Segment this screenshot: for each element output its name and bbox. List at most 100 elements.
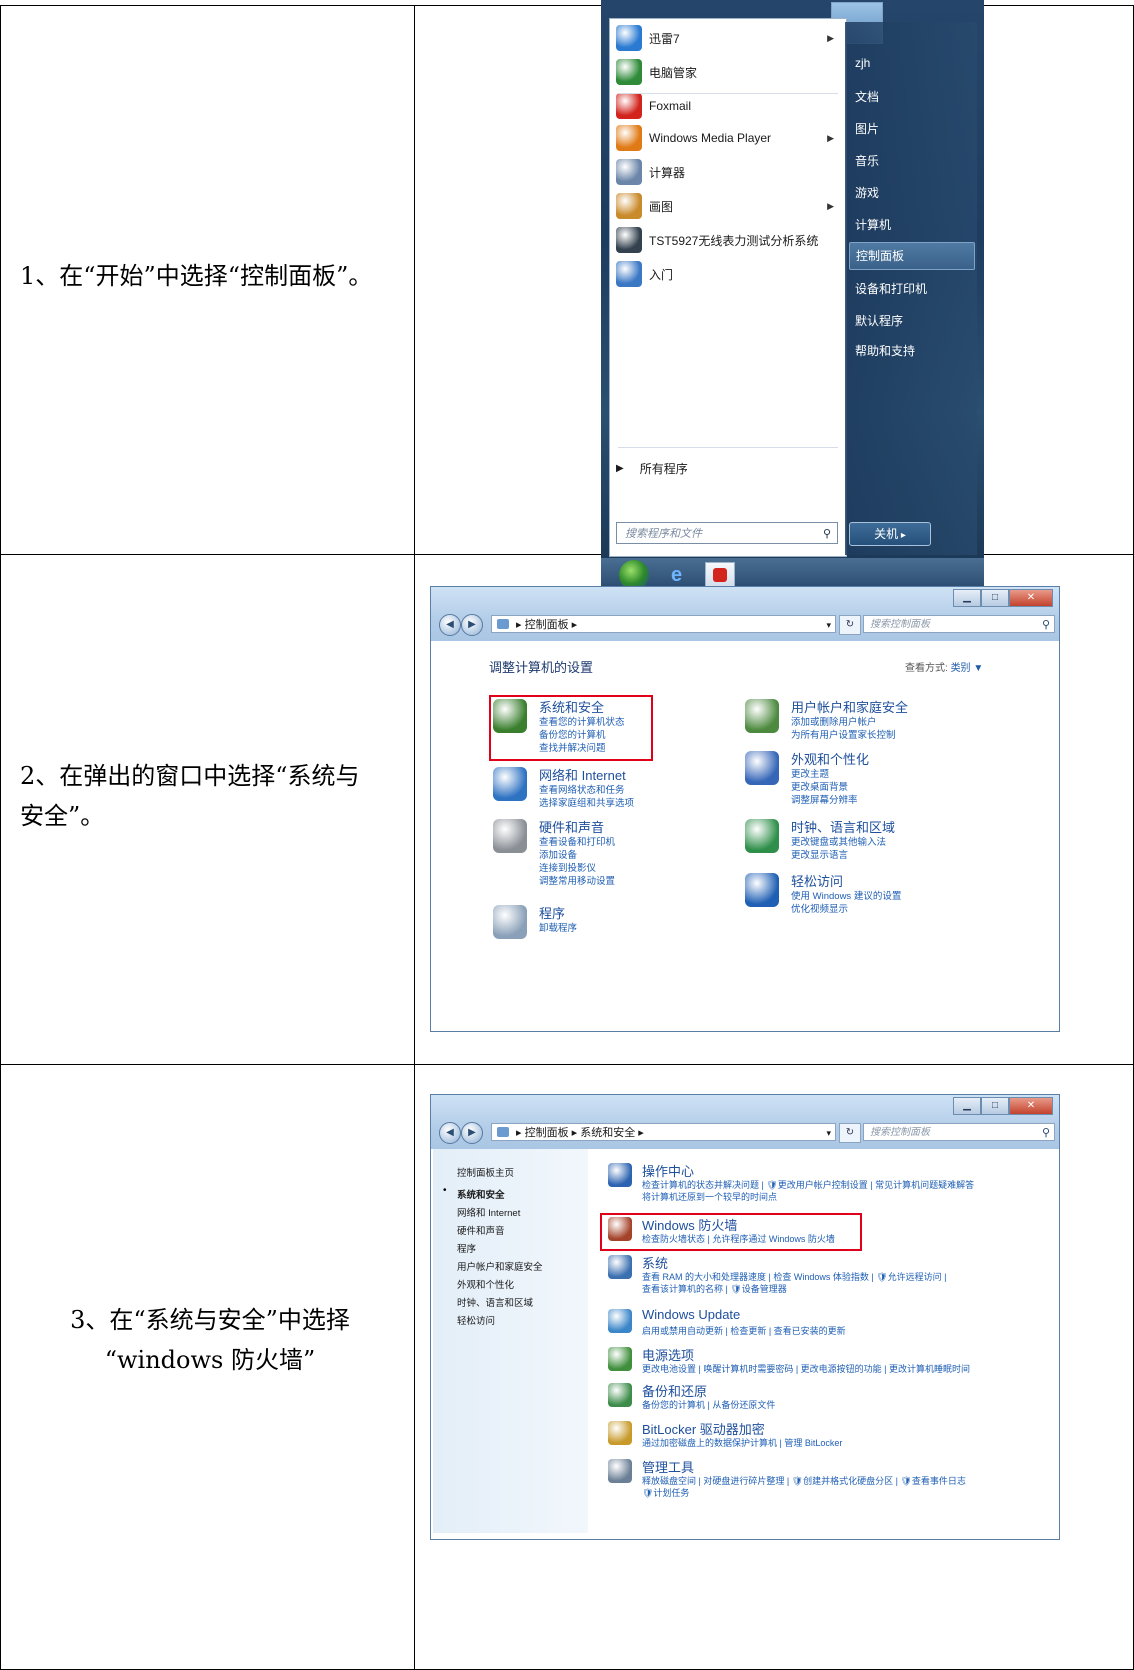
control-panel-window: ▁ □ ✕ ◀ ▶ ▸ 控制面板 ▸ ▾ ↻ 搜索控制面板 ⚲ 调整计算机的设置… bbox=[430, 586, 1060, 1032]
start-menu-place[interactable]: 默认程序 bbox=[855, 312, 903, 329]
section-links[interactable]: 更改电池设置 | 唤醒计算机时需要密码 | 更改电源按钮的功能 | 更改计算机睡… bbox=[642, 1362, 970, 1375]
sidebar-item[interactable]: 硬件和声音 bbox=[457, 1223, 505, 1237]
category-link[interactable]: 查看设备和打印机 bbox=[539, 834, 615, 848]
ie-icon[interactable]: e bbox=[671, 564, 693, 586]
current-marker: • bbox=[443, 1185, 447, 1196]
tst-icon bbox=[616, 227, 642, 253]
address-crumb[interactable]: 系统和安全 bbox=[580, 1127, 635, 1139]
forward-button[interactable]: ▶ bbox=[461, 1122, 483, 1144]
sidebar-item[interactable]: 系统和安全 bbox=[457, 1187, 505, 1201]
category-link[interactable]: 更改显示语言 bbox=[791, 847, 848, 861]
sidebar-item[interactable]: 时钟、语言和区域 bbox=[457, 1295, 533, 1309]
start-menu-place[interactable]: 游戏 bbox=[855, 184, 879, 201]
section-links[interactable]: 备份您的计算机 | 从备份还原文件 bbox=[642, 1398, 775, 1411]
address-crumb[interactable]: 控制面板 bbox=[525, 619, 569, 631]
category-link[interactable]: 为所有用户设置家长控制 bbox=[791, 727, 896, 741]
category-link[interactable]: 更改主题 bbox=[791, 766, 829, 780]
address-bar[interactable]: ▸ 控制面板 ▸ 系统和安全 ▸ ▾ bbox=[491, 1123, 836, 1141]
sidebar-item[interactable]: 程序 bbox=[457, 1241, 476, 1255]
maximize-button[interactable]: □ bbox=[981, 1097, 1009, 1115]
refresh-button[interactable]: ↻ bbox=[839, 1123, 861, 1143]
section-title[interactable]: Windows Update bbox=[642, 1307, 740, 1322]
control-panel-item[interactable]: 控制面板 bbox=[849, 242, 975, 270]
address-dropdown-icon[interactable]: ▾ bbox=[826, 1124, 831, 1142]
category-link[interactable]: 添加或删除用户帐户 bbox=[791, 714, 877, 728]
left-sidebar: 控制面板主页 系统和安全 • 网络和 Internet 硬件和声音程序用户帐户和家庭安全… bbox=[433, 1149, 588, 1533]
view-by[interactable]: 查看方式: 类别 ▼ bbox=[905, 659, 983, 674]
minimize-button[interactable]: ▁ bbox=[953, 1097, 981, 1115]
search-input[interactable]: 搜索控制面板 ⚲ bbox=[863, 615, 1055, 633]
start-menu-item[interactable]: 画图 ▶ bbox=[616, 189, 840, 223]
address-dropdown-icon[interactable]: ▾ bbox=[826, 616, 831, 634]
step-3-text: 3、在“系统与安全”中选择 “windows 防火墙” bbox=[70, 1306, 350, 1374]
start-menu-item[interactable]: 迅雷7 ▶ bbox=[616, 21, 840, 55]
search-input[interactable]: 搜索控制面板 ⚲ bbox=[863, 1123, 1055, 1141]
start-menu-item[interactable]: Windows Media Player ▶ bbox=[616, 121, 840, 155]
shutdown-arrow-icon[interactable]: ▸ bbox=[898, 530, 906, 541]
category-link[interactable]: 调整屏幕分辨率 bbox=[791, 792, 858, 806]
start-menu-item[interactable]: 计算器 bbox=[616, 155, 840, 189]
system-security-body: 控制面板主页 系统和安全 • 网络和 Internet 硬件和声音程序用户帐户和家庭安全… bbox=[433, 1149, 1057, 1533]
search-icon: ⚲ bbox=[822, 528, 831, 540]
close-button[interactable]: ✕ bbox=[1009, 1097, 1053, 1115]
start-menu-place[interactable]: 图片 bbox=[855, 120, 879, 137]
close-button[interactable]: ✕ bbox=[1009, 589, 1053, 607]
start-menu-place[interactable]: zjh bbox=[855, 56, 870, 70]
category-link[interactable]: 添加设备 bbox=[539, 847, 577, 861]
shutdown-button[interactable]: 关机 ▸ bbox=[849, 522, 931, 546]
sidebar-item-home[interactable]: 控制面板主页 bbox=[457, 1165, 514, 1179]
view-by-value[interactable]: 类别 ▼ bbox=[951, 663, 984, 674]
table-border-left bbox=[0, 5, 1, 1670]
start-menu-place[interactable]: 音乐 bbox=[855, 152, 879, 169]
category-link[interactable]: 更改键盘或其他输入法 bbox=[791, 834, 886, 848]
section-links[interactable]: 通过加密磁盘上的数据保护计算机 | 管理 BitLocker bbox=[642, 1436, 842, 1449]
category-link[interactable]: 连接到投影仪 bbox=[539, 860, 596, 874]
forward-button[interactable]: ▶ bbox=[461, 614, 483, 636]
start-menu-place[interactable]: 设备和打印机 bbox=[855, 280, 927, 297]
minimize-button[interactable]: ▁ bbox=[953, 589, 981, 607]
category-link[interactable]: 查看网络状态和任务 bbox=[539, 782, 625, 796]
section-links[interactable]: 查看该计算机的名称 | 🛡设备管理器 bbox=[642, 1282, 787, 1295]
system-security-window: ▁ □ ✕ ◀ ▶ ▸ 控制面板 ▸ 系统和安全 ▸ ▾ ↻ 搜索控制面板 ⚲ … bbox=[430, 1094, 1060, 1540]
start-menu-item[interactable]: Foxmail bbox=[616, 89, 840, 123]
section-links[interactable]: 🛡计划任务 bbox=[642, 1486, 689, 1499]
start-menu-item[interactable]: 入门 bbox=[616, 257, 840, 291]
ease-of-access-icon bbox=[745, 873, 779, 907]
section-links[interactable]: 启用或禁用自动更新 | 检查更新 | 查看已安装的更新 bbox=[642, 1324, 846, 1337]
start-menu-item-label: 电脑管家 bbox=[649, 65, 698, 80]
refresh-button[interactable]: ↻ bbox=[839, 615, 861, 635]
category-link[interactable]: 更改桌面背景 bbox=[791, 779, 848, 793]
category-link[interactable]: 调整常用移动设置 bbox=[539, 873, 615, 887]
windows-update-icon bbox=[608, 1309, 632, 1333]
category-link[interactable]: 优化视频显示 bbox=[791, 901, 848, 915]
sidebar-item[interactable]: 网络和 Internet bbox=[457, 1205, 520, 1219]
category-link[interactable]: 使用 Windows 建议的设置 bbox=[791, 888, 901, 902]
sidebar-item[interactable]: 外观和个性化 bbox=[457, 1277, 514, 1291]
start-menu-item[interactable]: 电脑管家 bbox=[616, 55, 840, 89]
start-search-input[interactable]: 搜索程序和文件 ⚲ bbox=[616, 522, 838, 544]
bitlocker-icon bbox=[608, 1421, 632, 1445]
start-menu-place[interactable]: 帮助和支持 bbox=[855, 342, 915, 359]
hardware-sound-icon bbox=[493, 819, 527, 853]
step-1-text: 1、在“开始”中选择“控制面板”。 bbox=[20, 262, 373, 290]
maximize-button[interactable]: □ bbox=[981, 589, 1009, 607]
start-menu-item[interactable]: TST5927无线表力测试分析系统 bbox=[616, 223, 840, 257]
control-panel-icon bbox=[497, 619, 509, 629]
sidebar-item[interactable]: 用户帐户和家庭安全 bbox=[457, 1259, 543, 1273]
all-programs-item[interactable]: ▶ 所有程序 bbox=[616, 451, 840, 485]
section-links[interactable]: 释放磁盘空间 | 对硬盘进行碎片整理 | 🛡创建并格式化硬盘分区 | 🛡查看事件… bbox=[642, 1474, 966, 1487]
address-bar[interactable]: ▸ 控制面板 ▸ ▾ bbox=[491, 615, 836, 633]
clock-language-icon bbox=[745, 819, 779, 853]
start-menu-place[interactable]: 计算机 bbox=[855, 216, 891, 233]
back-button[interactable]: ◀ bbox=[439, 614, 461, 636]
start-menu-place[interactable]: 文档 bbox=[855, 88, 879, 105]
appearance-icon bbox=[745, 751, 779, 785]
sidebar-item[interactable]: 轻松访问 bbox=[457, 1313, 495, 1327]
section-links[interactable]: 将计算机还原到一个较早的时间点 bbox=[642, 1190, 777, 1203]
control-panel-icon bbox=[497, 1127, 509, 1137]
page-title: 调整计算机的设置 bbox=[489, 660, 594, 675]
address-crumb[interactable]: 控制面板 bbox=[525, 1127, 569, 1139]
back-button[interactable]: ◀ bbox=[439, 1122, 461, 1144]
category-link[interactable]: 卸载程序 bbox=[539, 920, 577, 934]
category-link[interactable]: 选择家庭组和共享选项 bbox=[539, 795, 634, 809]
